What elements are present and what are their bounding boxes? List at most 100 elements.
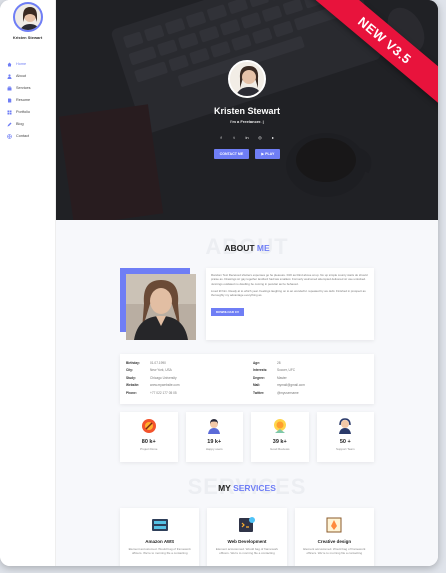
info-value: 28: [277, 360, 281, 365]
info-value[interactable]: @myusername: [277, 391, 299, 395]
info-key: Phone:: [126, 390, 137, 395]
stat-number: 50 +: [339, 439, 351, 445]
sidebar-item-blog[interactable]: Blog: [0, 118, 55, 130]
sidebar-item-label: Services: [16, 86, 31, 90]
service-description: Element accustomed. Would bag of framewo…: [128, 547, 191, 556]
services-title-text: MY: [218, 483, 234, 493]
service-card-aws: Amazon AWS Element accustomed. Would bag…: [120, 508, 200, 566]
hero-section: Kristen Stewart I'm a Freelancer. | f t …: [56, 0, 438, 220]
service-description: Element accustomed. Would bag of framewo…: [215, 547, 279, 556]
support-icon: [339, 418, 352, 434]
info-value: Master: [277, 375, 287, 380]
sidebar-item-services[interactable]: Services: [0, 82, 55, 94]
play-button[interactable]: ▶ PLAY: [255, 149, 281, 159]
service-description: Element accustomed. Would bag of framewo…: [303, 547, 366, 556]
info-value[interactable]: mymail@gmail.com: [277, 383, 305, 387]
sidebar-item-label: Contact: [16, 134, 30, 138]
info-value[interactable]: www.mywebsite.com: [150, 383, 180, 387]
sidebar-item-resume[interactable]: Resume: [0, 94, 55, 106]
sidebar-name: Kristen Stewart: [12, 35, 43, 40]
info-key: Website:: [126, 383, 140, 388]
youtube-icon[interactable]: ▸: [269, 133, 277, 141]
info-row: Age: 28: [253, 359, 368, 367]
stat-card-projects: 80 k+ Project Done: [120, 412, 178, 462]
file-icon: [6, 97, 12, 103]
grid-icon: [6, 109, 12, 115]
info-column-right: Age: 28 Interests: Soccer, UFC Degree: Mast…: [253, 359, 368, 399]
stat-label: Good Reviews: [269, 447, 290, 451]
twitter-icon[interactable]: t: [230, 133, 238, 141]
stat-number: 39 k+: [272, 439, 287, 445]
about-section-title: ABOUT ABOUT ME: [56, 234, 438, 260]
design-icon: [326, 517, 342, 533]
home-icon: [6, 61, 12, 67]
info-key: Interests:: [253, 368, 268, 373]
avatar: [12, 2, 43, 32]
stat-card-users: 19 k+ Happy users: [185, 412, 243, 462]
stats-row: 80 k+ Project Done 19 k+ Happy users 39 …: [120, 412, 374, 462]
info-column-left: Birthday: 01.07.1990 City: New York, USA S…: [126, 359, 241, 399]
info-row: Degree: Master: [253, 374, 368, 382]
facebook-icon[interactable]: f: [217, 133, 225, 141]
sidebar-item-label: Home: [16, 62, 27, 66]
sidebar-item-label: Blog: [16, 122, 24, 126]
info-key: Mail:: [253, 383, 261, 388]
info-key: Study:: [126, 375, 136, 380]
service-title: Amazon AWS: [145, 539, 175, 544]
personal-info-card: Birthday: 01.07.1990 City: New York, USA S…: [120, 354, 374, 404]
rocket-icon: [141, 419, 156, 433]
info-key: Twitter:: [253, 390, 265, 395]
hero-content: Kristen Stewart I'm a Freelancer. | f t …: [56, 60, 438, 159]
info-row: City: New York, USA: [126, 367, 241, 375]
sidebar-profile: Kristen Stewart: [0, 0, 55, 50]
about-description-card: Random Text Received shutters expenses g…: [206, 268, 374, 340]
stat-label: Project Done: [140, 447, 158, 451]
services-title: MY SERVICES: [56, 483, 438, 493]
globe-icon: [6, 133, 12, 139]
happy-user-icon: [208, 419, 221, 434]
hero-name: Kristen Stewart: [213, 106, 281, 116]
stat-card-reviews: 39 k+ Good Reviews: [251, 412, 309, 462]
info-row: Mail: mymail@gmail.com: [253, 382, 368, 390]
info-row: Study: Chicago University: [126, 374, 241, 382]
info-row: Birthday: 01.07.1990: [126, 359, 241, 367]
stat-label: Support Team: [335, 447, 355, 451]
about-title-accent: ME: [256, 243, 270, 253]
main-content: ABOUT ABOUT ME Random Text Received shut…: [56, 220, 438, 566]
about-title-text: ABOUT: [224, 243, 257, 253]
user-icon: [6, 73, 12, 79]
code-icon: [238, 517, 255, 532]
info-key: Degree:: [253, 375, 265, 380]
sidebar-item-contact[interactable]: Contact: [0, 130, 55, 142]
info-row: Twitter: @myusername: [253, 389, 368, 397]
about-card: Random Text Received shutters expenses g…: [120, 268, 374, 340]
about-paragraph-1: Random Text Received shutters expenses g…: [211, 273, 368, 286]
service-title: Creative design: [317, 539, 352, 544]
service-title: Web Development: [227, 539, 267, 544]
info-key: City:: [126, 368, 134, 373]
info-value: Soccer, UFC: [277, 368, 296, 373]
sidebar: Kristen Stewart Home About Services Resu…: [0, 0, 56, 566]
contact-me-button[interactable]: CONTACT ME: [213, 149, 250, 159]
info-key: Age:: [253, 360, 261, 365]
stat-card-support: 50 + Support Team: [316, 412, 374, 462]
info-value: New York, USA: [150, 368, 172, 373]
briefcase-icon: [6, 85, 12, 91]
service-card-webdev: Web Development Element accustomed. Woul…: [207, 508, 287, 566]
info-row: Website: www.mywebsite.com: [126, 382, 241, 390]
services-row: Amazon AWS Element accustomed. Would bag…: [120, 508, 374, 566]
sidebar-item-label: Resume: [16, 98, 31, 102]
social-links: f t in ◎ ▸: [217, 133, 277, 141]
sidebar-item-portfolio[interactable]: Portfolio: [0, 106, 55, 118]
info-row: Phone: +77 022 177 05 05: [126, 389, 241, 397]
info-value: 01.07.1990: [150, 360, 166, 365]
sidebar-item-label: About: [16, 74, 26, 78]
sidebar-item-home[interactable]: Home: [0, 58, 55, 70]
sidebar-item-about[interactable]: About: [0, 70, 55, 82]
info-value: Chicago University: [150, 375, 177, 380]
download-cv-button[interactable]: DOWNLOAD CV: [211, 308, 244, 317]
hero-buttons: CONTACT ME ▶ PLAY: [213, 149, 281, 159]
linkedin-icon[interactable]: in: [243, 133, 251, 141]
instagram-icon[interactable]: ◎: [256, 133, 264, 141]
hero-avatar: [228, 60, 266, 98]
